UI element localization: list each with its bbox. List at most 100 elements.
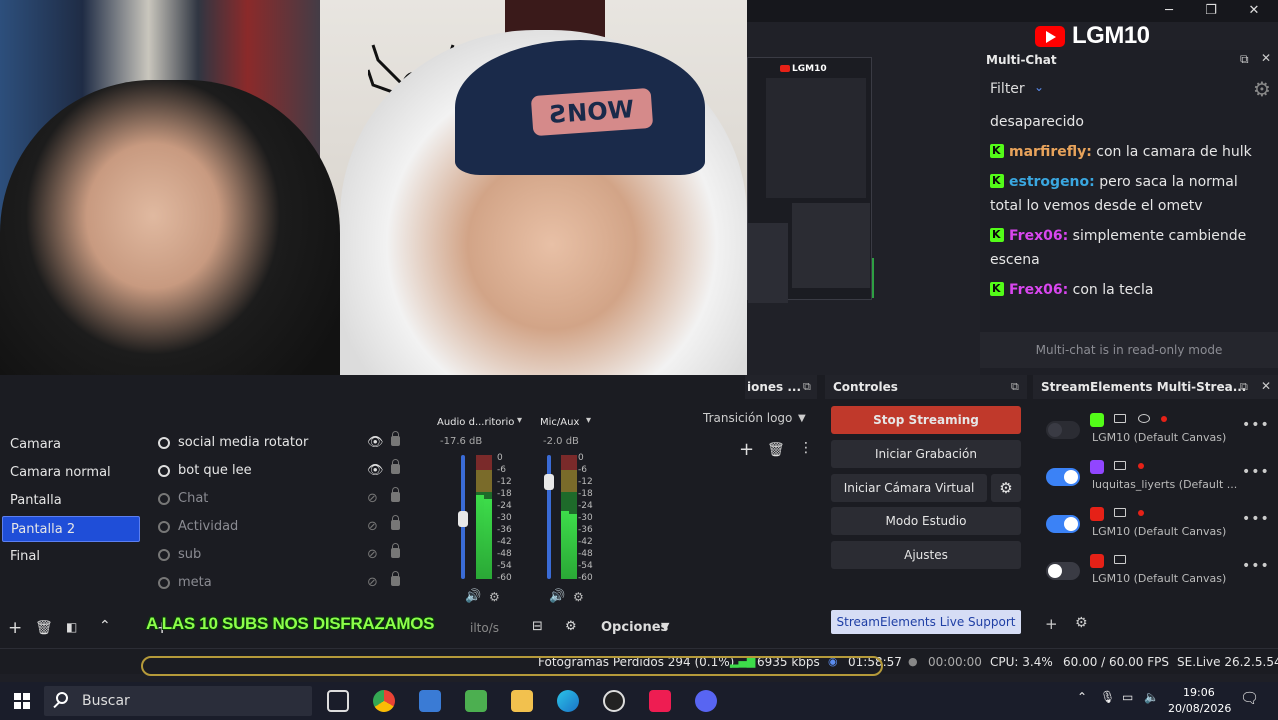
volume-icon[interactable]: 🔈 (1144, 690, 1159, 704)
chat-username[interactable]: Frex06 (1009, 228, 1063, 244)
microphone-icon[interactable]: 🎙 (1100, 690, 1115, 704)
add-transition-button[interactable]: + (739, 439, 754, 460)
source-item[interactable]: meta ⊘ (158, 570, 408, 596)
source-item[interactable]: sub ⊘ (158, 542, 408, 568)
output-toggle[interactable] (1046, 562, 1080, 580)
undock-icon[interactable]: ⧉ (803, 380, 811, 394)
source-item[interactable]: Actividad ⊘ (158, 514, 408, 540)
undock-icon[interactable]: ⧉ (1011, 380, 1019, 394)
lock-icon[interactable] (391, 431, 400, 446)
output-toggle[interactable] (1046, 468, 1080, 486)
lock-icon[interactable] (391, 571, 400, 586)
scene-item[interactable]: Camara normal (2, 460, 140, 486)
gear-icon[interactable]: ⚙ (565, 619, 577, 634)
clock-date[interactable]: 20/08/2026 (1168, 702, 1231, 715)
file-explorer-icon[interactable] (511, 690, 533, 712)
taskbar-search[interactable]: Buscar (44, 686, 312, 716)
filters-icon[interactable]: ◧ (66, 620, 77, 634)
chevron-down-icon[interactable]: ▼ (661, 620, 669, 633)
more-options-icon[interactable]: ••• (1242, 417, 1270, 433)
stop-streaming-button[interactable]: Stop Streaming (831, 406, 1021, 434)
youtube-icon (780, 65, 790, 72)
eye-off-icon[interactable]: ⊘ (367, 542, 378, 568)
volume-slider-handle[interactable] (458, 510, 468, 527)
chevron-down-icon[interactable]: ▾ (586, 415, 591, 426)
audio-settings-icon[interactable]: ⚙ (573, 590, 584, 604)
live-support-button[interactable]: StreamElements Live Support (831, 610, 1021, 634)
program-preview[interactable]: LGM10 (747, 22, 980, 375)
more-vertical-icon[interactable]: ⋮ (799, 440, 813, 456)
audio-settings-icon[interactable]: ⚙ (489, 590, 500, 604)
delete-scene-icon[interactable]: 🗑 (35, 620, 53, 636)
chat-username[interactable]: Frex06 (1009, 282, 1063, 298)
gear-icon[interactable]: ⚙ (1075, 615, 1088, 631)
eye-icon[interactable]: 👁 (367, 458, 384, 484)
minimize-button[interactable]: ─ (1159, 2, 1179, 20)
add-output-button[interactable]: + (1045, 615, 1058, 633)
chevron-up-icon[interactable]: ⌃ (99, 618, 111, 634)
scene-item[interactable]: Final (2, 544, 140, 570)
gear-icon[interactable]: ⚙ (991, 474, 1021, 502)
more-options-icon[interactable]: ••• (1242, 558, 1270, 574)
close-dock-icon[interactable]: ✕ (1261, 51, 1271, 65)
scene-item[interactable]: Camara (2, 432, 140, 458)
eye-icon[interactable]: 👁 (367, 430, 384, 456)
virtual-camera-button[interactable]: Iniciar Cámara Virtual (831, 474, 987, 502)
start-recording-button[interactable]: Iniciar Grabación (831, 440, 1021, 468)
chevron-down-icon[interactable]: ⌄ (1034, 80, 1044, 94)
more-options-icon[interactable]: ••• (1242, 511, 1270, 527)
db-tick-label: -18 (497, 489, 512, 499)
speaker-icon[interactable]: 🔊 (465, 589, 481, 604)
source-item[interactable]: bot que lee 👁 (158, 458, 408, 484)
filter-dropdown[interactable]: Filter (990, 81, 1025, 97)
chevron-down-icon[interactable]: ▾ (517, 415, 522, 426)
add-scene-button[interactable]: + (8, 618, 22, 638)
lock-icon[interactable] (391, 543, 400, 558)
layout-icon[interactable]: ⊟ (532, 619, 543, 634)
obs-icon[interactable] (603, 690, 625, 712)
lock-icon[interactable] (391, 515, 400, 530)
output-toggle[interactable] (1046, 421, 1080, 439)
notifications-icon[interactable]: 🗨 (1240, 689, 1259, 707)
network-icon[interactable]: ▭ (1122, 690, 1133, 704)
discord-icon[interactable] (695, 690, 717, 712)
source-item[interactable]: social media rotator 👁 (158, 430, 408, 456)
chat-username[interactable]: marfirefly (1009, 144, 1086, 160)
undock-icon[interactable]: ⧉ (1240, 52, 1249, 67)
scene-item[interactable]: Pantalla (2, 488, 140, 514)
tiktok-icon[interactable] (649, 690, 671, 712)
output-toggle[interactable] (1046, 515, 1080, 533)
close-dock-icon[interactable]: ✕ (1261, 379, 1271, 393)
chat-messages[interactable]: desaparecido marfirefly: con la camara de… (980, 110, 1268, 325)
mixer-footer-label: ilto/s (470, 621, 500, 635)
task-view-icon[interactable] (327, 690, 349, 712)
maximize-button[interactable]: ❐ (1201, 2, 1221, 20)
lock-icon[interactable] (391, 487, 400, 502)
edge-icon[interactable] (557, 690, 579, 712)
store-icon[interactable] (419, 690, 441, 712)
lock-icon[interactable] (391, 459, 400, 474)
volume-slider-handle[interactable] (544, 473, 554, 490)
delete-transition-icon[interactable]: 🗑 (767, 442, 785, 458)
studio-mode-button[interactable]: Modo Estudio (831, 507, 1021, 535)
settings-button[interactable]: Ajustes (831, 541, 1021, 569)
chat-username[interactable]: estrogeno (1009, 174, 1089, 190)
undock-icon[interactable]: ⧉ (1240, 380, 1248, 394)
options-menu[interactable]: Opciones (601, 620, 668, 635)
chevron-down-icon[interactable]: ▼ (798, 413, 806, 424)
minecraft-icon[interactable] (465, 690, 487, 712)
chevron-up-icon[interactable]: ⌃ (1077, 690, 1087, 704)
gear-icon[interactable]: ⚙ (1253, 77, 1271, 101)
mixer-db-readout: -17.6 dB (440, 436, 483, 447)
clock-time[interactable]: 19:06 (1183, 686, 1215, 699)
chrome-icon[interactable] (373, 690, 395, 712)
more-options-icon[interactable]: ••• (1242, 464, 1270, 480)
close-button[interactable]: ✕ (1244, 2, 1264, 20)
windows-start-icon[interactable] (14, 693, 30, 709)
source-item[interactable]: Chat ⊘ (158, 486, 408, 512)
scene-item[interactable]: Pantalla 2 (2, 516, 140, 542)
speaker-icon[interactable]: 🔊 (549, 589, 565, 604)
eye-off-icon[interactable]: ⊘ (367, 486, 378, 512)
eye-off-icon[interactable]: ⊘ (367, 514, 378, 540)
eye-off-icon[interactable]: ⊘ (367, 570, 378, 596)
